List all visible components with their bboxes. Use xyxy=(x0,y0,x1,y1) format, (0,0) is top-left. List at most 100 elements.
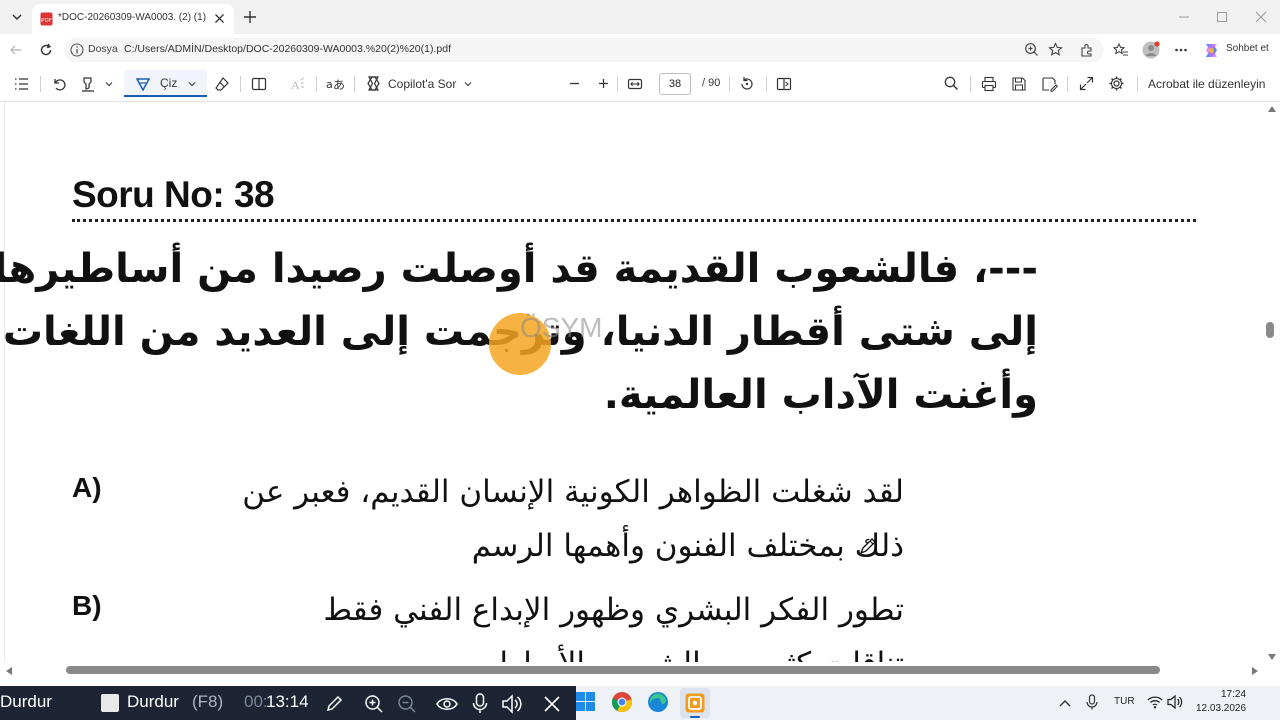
speaker-icon[interactable] xyxy=(501,694,523,714)
zoom-out-icon[interactable] xyxy=(568,77,581,90)
copilot-dropdown-chevron-icon[interactable] xyxy=(463,79,473,89)
pdf-file-icon: PDF xyxy=(40,12,53,26)
option-a-line: لقد شغلت الظواهر الكونية الإنسان القديم،… xyxy=(242,474,904,510)
horizontal-scroll-thumb[interactable] xyxy=(66,666,1160,674)
profile-avatar[interactable] xyxy=(1142,41,1160,59)
active-app-indicator xyxy=(690,716,700,718)
refresh-icon[interactable] xyxy=(39,43,53,57)
vertical-scroll-thumb[interactable] xyxy=(1266,322,1274,338)
microphone-icon[interactable] xyxy=(472,693,488,714)
scroll-up-arrow-icon[interactable] xyxy=(1268,106,1276,112)
edge-icon[interactable] xyxy=(647,691,669,713)
dotted-divider xyxy=(72,219,1196,222)
recorder-app-taskbar-button[interactable] xyxy=(680,688,710,718)
url-field[interactable]: Dosya C:/Users/ADMİN/Desktop/DOC-2026030… xyxy=(64,38,1104,62)
toolbar-separator xyxy=(617,76,618,92)
extensions-icon[interactable] xyxy=(1080,43,1094,57)
stop-square-icon[interactable] xyxy=(101,694,119,712)
zoom-in-icon[interactable] xyxy=(364,694,384,714)
scroll-right-arrow-icon[interactable] xyxy=(1252,667,1258,675)
zoom-out-icon[interactable] xyxy=(397,694,417,714)
option-b-letter: B) xyxy=(72,590,102,621)
pen-cursor-icon xyxy=(858,536,878,556)
chrome-icon[interactable] xyxy=(611,691,633,713)
print-icon[interactable] xyxy=(981,76,997,92)
option-b-line: تطور الفكر البشري وظهور الإبداع الفني فق… xyxy=(323,592,904,628)
svg-text:a: a xyxy=(326,78,333,91)
more-options-icon[interactable] xyxy=(1174,43,1188,57)
toolbar-separator xyxy=(354,76,355,92)
scroll-left-arrow-icon[interactable] xyxy=(6,667,12,675)
text-box-icon[interactable] xyxy=(251,76,267,92)
page-total: / 90 xyxy=(702,77,721,89)
undo-icon[interactable] xyxy=(52,77,66,91)
search-icon[interactable] xyxy=(944,76,959,91)
close-recorder-icon[interactable] xyxy=(543,695,561,713)
pencil-icon[interactable] xyxy=(325,694,344,713)
maximize-icon[interactable] xyxy=(1216,11,1228,23)
toolbar-separator xyxy=(40,76,41,92)
tab-bar: PDF *DOC-20260309-WA0003. (2) (1).pdf xyxy=(0,0,1280,34)
ask-copilot-button[interactable]: Copilot'a Sor xyxy=(388,77,456,91)
option-a-line: ذلك بمختلف الفنون وأهمها الرسم xyxy=(471,528,904,564)
info-icon[interactable] xyxy=(70,43,84,57)
stop-button-partial[interactable]: Durdur xyxy=(0,692,52,712)
stop-button-label[interactable]: Durdur xyxy=(127,692,179,712)
draw-dropdown-chevron-icon[interactable] xyxy=(187,79,197,89)
save-icon[interactable] xyxy=(1011,76,1027,92)
page-number-input[interactable]: 38 xyxy=(659,73,691,95)
clock-date[interactable]: 12.03.2026 xyxy=(1196,703,1246,714)
minimize-icon[interactable] xyxy=(1178,11,1190,23)
question-line: ---، فالشعوب القديمة قد أوصلت رصيدا من أ… xyxy=(0,246,1038,292)
pdf-toolbar: Çiz A aあ Copilot'a Sor 38 / 90 Acrobat i… xyxy=(0,66,1280,102)
draw-active-indicator xyxy=(124,95,207,97)
translate-icon[interactable]: aあ xyxy=(326,76,344,92)
volume-icon[interactable] xyxy=(1167,694,1184,710)
save-as-icon[interactable] xyxy=(1041,76,1058,92)
close-window-icon[interactable] xyxy=(1255,11,1267,23)
scroll-down-arrow-icon[interactable] xyxy=(1268,654,1276,660)
edit-with-acrobat-button[interactable]: Acrobat ile düzenleyin xyxy=(1148,77,1265,91)
address-bar-row: Dosya C:/Users/ADMİN/Desktop/DOC-2026030… xyxy=(0,34,1280,66)
toolbar-separator xyxy=(766,76,767,92)
tray-chevron-up-icon[interactable] xyxy=(1059,699,1071,707)
close-tab-icon[interactable] xyxy=(214,13,225,24)
question-line: وأغنت الآداب العالمية. xyxy=(603,372,1038,418)
browser-tab[interactable]: PDF *DOC-20260309-WA0003. (2) (1).pdf xyxy=(32,4,234,34)
settings-gear-icon[interactable] xyxy=(1108,75,1125,92)
draw-label: Çiz xyxy=(160,76,178,90)
input-language[interactable]: TUR xyxy=(1114,696,1135,707)
copilot-chat-button[interactable]: Sohbet et xyxy=(1200,38,1276,62)
pen-icon xyxy=(136,77,150,91)
fit-to-width-icon[interactable] xyxy=(627,76,643,92)
toolbar-separator xyxy=(1137,76,1138,92)
toolbar-separator xyxy=(970,76,971,92)
zoom-in-icon[interactable] xyxy=(597,77,610,90)
tab-list-chevron-icon[interactable] xyxy=(10,10,24,24)
clock-time[interactable]: 17:24 xyxy=(1221,689,1246,700)
svg-text:あ: あ xyxy=(333,78,344,92)
recorder-app-icon xyxy=(685,693,705,713)
start-windows-icon[interactable] xyxy=(576,692,596,712)
page-view-icon[interactable] xyxy=(776,76,792,92)
fullscreen-icon[interactable] xyxy=(1079,76,1094,91)
vertical-scrollbar[interactable] xyxy=(1264,102,1280,680)
new-tab-icon[interactable] xyxy=(243,10,257,24)
eye-icon[interactable] xyxy=(436,694,458,714)
highlight-dropdown-chevron-icon[interactable] xyxy=(104,79,114,89)
screen-recorder-bar: Durdur Durdur (F8) 00: 13:14 xyxy=(0,686,576,720)
collections-icon[interactable] xyxy=(1113,42,1129,58)
wifi-icon[interactable] xyxy=(1147,695,1163,709)
table-of-contents-icon[interactable] xyxy=(14,77,29,91)
timer-prefix: 00: xyxy=(244,692,268,711)
favorite-star-icon[interactable] xyxy=(1048,42,1063,57)
stop-shortcut: (F8) xyxy=(192,692,224,711)
tray-microphone-icon[interactable] xyxy=(1086,694,1098,710)
draw-tool-button[interactable]: Çiz xyxy=(124,70,207,98)
eraser-icon[interactable] xyxy=(214,76,230,92)
back-icon[interactable] xyxy=(9,43,23,57)
zoom-icon[interactable] xyxy=(1024,42,1039,57)
highlight-icon[interactable] xyxy=(80,76,96,92)
rotate-icon[interactable] xyxy=(739,76,755,92)
windows-taskbar: TUR 17:24 12.03.2026 xyxy=(576,686,1280,720)
